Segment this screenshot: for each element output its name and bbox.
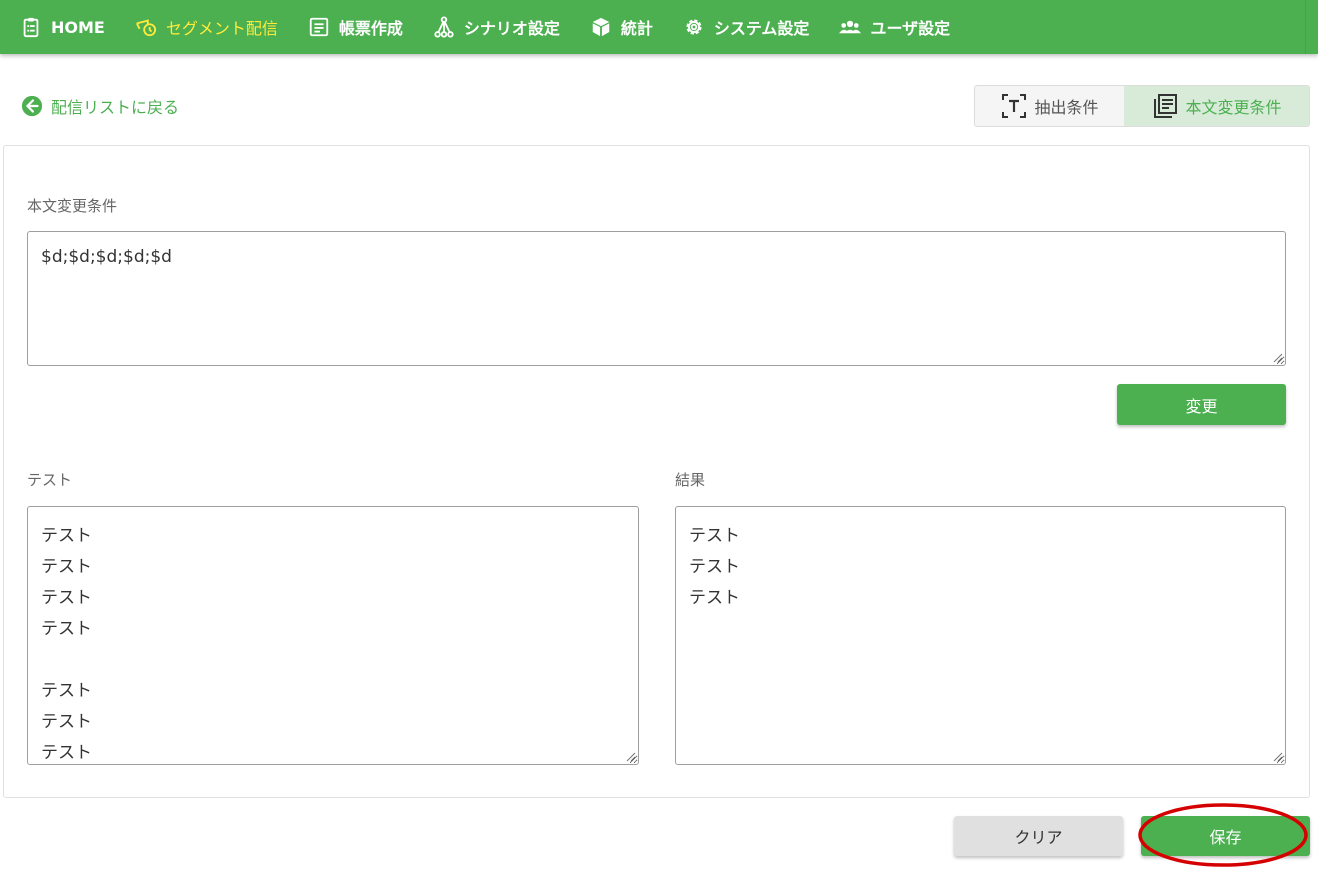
nav-home[interactable]: HOME (20, 0, 105, 54)
result-line: テスト (689, 557, 740, 577)
test-textarea[interactable]: テスト テスト テスト テスト テスト テスト テスト (27, 506, 639, 765)
resize-grip-icon[interactable] (626, 752, 636, 762)
nav-report[interactable]: 帳票作成 (308, 0, 403, 54)
nav-scenario-label: シナリオ設定 (463, 19, 560, 38)
nav-user-settings[interactable]: ユーザ設定 (839, 0, 950, 54)
clipboard-icon (20, 16, 42, 38)
nav-divider (1305, 0, 1306, 54)
tab-body-change-condition[interactable]: 本文変更条件 (1124, 86, 1309, 126)
megaphone-clock-icon (135, 16, 157, 38)
test-line: テスト (41, 557, 92, 577)
nav-report-label: 帳票作成 (338, 19, 403, 38)
resize-grip-icon[interactable] (1273, 353, 1283, 363)
nav-user-settings-label: ユーザ設定 (870, 19, 951, 38)
cube-icon (590, 16, 612, 38)
text-frame-icon (1001, 93, 1027, 119)
nav-home-label: HOME (51, 17, 105, 37)
nav-segment-delivery-label: セグメント配信 (165, 19, 278, 38)
nav-segment-delivery[interactable]: セグメント配信 (135, 0, 278, 54)
resize-grip-icon[interactable] (1273, 752, 1283, 762)
test-line: テスト (41, 681, 92, 701)
back-to-list-link[interactable]: 配信リストに戻る (21, 94, 179, 118)
nav-statistics-label: 統計 (620, 19, 653, 38)
document-icon (308, 16, 330, 38)
test-line (41, 645, 625, 676)
body-condition-label: 本文変更条件 (27, 197, 118, 215)
highlight-ellipse (1137, 801, 1309, 869)
flow-icon (433, 16, 455, 38)
change-button[interactable]: 変更 (1117, 384, 1286, 425)
tab-extract-condition[interactable]: 抽出条件 (975, 86, 1125, 126)
tab-extract-label: 抽出条件 (1034, 98, 1099, 117)
body-condition-textarea[interactable]: $d;$d;$d;$d;$d (27, 231, 1286, 366)
result-line: テスト (689, 588, 740, 608)
condition-toggle: 抽出条件 本文変更条件 (974, 85, 1310, 127)
back-link-label: 配信リストに戻る (51, 98, 180, 117)
arrow-left-circle-icon (21, 95, 43, 117)
test-line: テスト (41, 743, 92, 763)
test-line: テスト (41, 526, 92, 546)
test-line: テスト (41, 588, 92, 608)
nav-system-settings-label: システム設定 (713, 19, 810, 38)
test-line: テスト (41, 712, 92, 732)
clear-button[interactable]: クリア (954, 816, 1123, 856)
test-label: テスト (27, 471, 73, 489)
result-label: 結果 (675, 471, 706, 489)
nav-scenario[interactable]: シナリオ設定 (433, 0, 560, 54)
nav-system-settings[interactable]: システム設定 (683, 0, 810, 54)
users-icon (839, 16, 862, 38)
documents-icon (1152, 93, 1178, 119)
nav-statistics[interactable]: 統計 (590, 0, 653, 54)
top-nav: HOME セグメント配信 帳票作成 シナリオ設定 統計 システム設定 ユーザ設定 (0, 0, 1318, 54)
test-line: テスト (41, 619, 92, 639)
body-condition-value: $d;$d;$d;$d;$d (41, 247, 172, 267)
result-line: テスト (689, 526, 740, 546)
tab-body-change-label: 本文変更条件 (1185, 98, 1282, 117)
result-textarea[interactable]: テスト テスト テスト (675, 506, 1286, 765)
gear-icon (683, 16, 705, 38)
